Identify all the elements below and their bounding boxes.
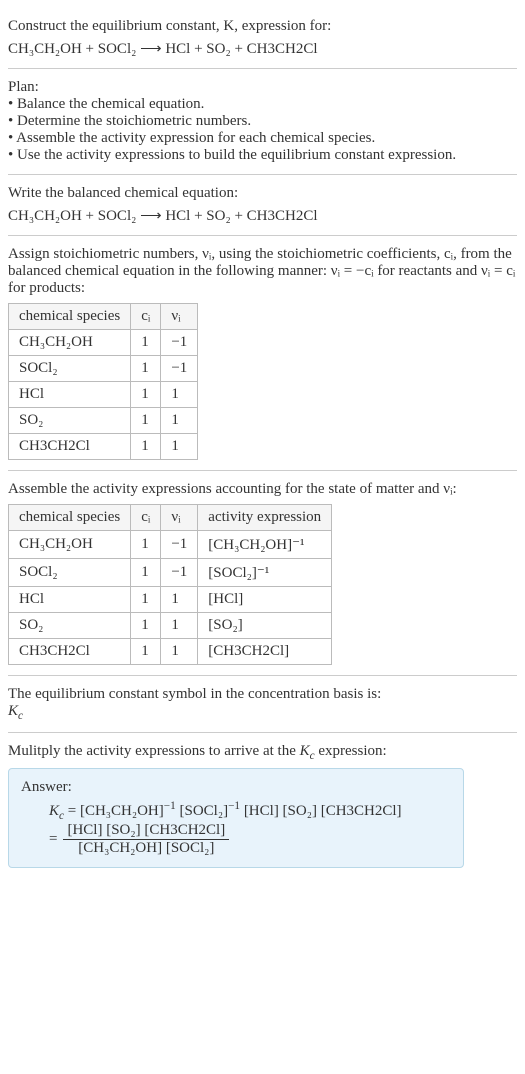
symbol-line1: The equilibrium constant symbol in the c… [8,686,517,703]
cell-vi: −1 [161,531,198,559]
title-equation: CH₃CH₂OH + SOCl₂ ⟶ HCl + SO₂ + CH3CH2Cl [8,39,517,58]
stoich-table: chemical species cᵢ νᵢ CH₃CH₂OH 1 −1 SOC… [8,303,198,460]
cell-ci: 1 [131,356,161,382]
col-ci: cᵢ [131,505,161,531]
cell-ci: 1 [131,613,161,639]
cell-species: CH3CH2Cl [9,434,131,460]
col-ci: cᵢ [131,304,161,330]
table-row: SO₂ 1 1 [9,408,198,434]
cell-ci: 1 [131,434,161,460]
cell-vi: 1 [161,613,198,639]
plan-item: • Determine the stoichiometric numbers. [8,113,517,130]
table-header-row: chemical species cᵢ νᵢ activity expressi… [9,505,332,531]
multiply-heading: Mulitply the activity expressions to arr… [8,743,517,762]
activity-heading: Assemble the activity expressions accoun… [8,481,517,498]
answer-fraction: = [HCl] [SO₂] [CH3CH2Cl] [CH₃CH₂OH] [SOC… [49,822,451,857]
plan-heading: Plan: [8,79,517,96]
stoich-section: Assign stoichiometric numbers, νᵢ, using… [8,236,517,471]
balanced-equation: CH₃CH₂OH + SOCl₂ ⟶ HCl + SO₂ + CH3CH2Cl [8,206,517,225]
cell-ci: 1 [131,639,161,665]
cell-species: HCl [9,587,131,613]
cell-vi: 1 [161,382,198,408]
balanced-heading: Write the balanced chemical equation: [8,185,517,202]
table-row: HCl 1 1 [9,382,198,408]
cell-ci: 1 [131,382,161,408]
activity-section: Assemble the activity expressions accoun… [8,471,517,676]
table-row: CH3CH2Cl 1 1 [9,434,198,460]
cell-ci: 1 [131,531,161,559]
fraction-denominator: [CH₃CH₂OH] [SOCl₂] [63,840,229,857]
cell-vi: 1 [161,408,198,434]
cell-activity: [HCl] [198,587,332,613]
cell-species: HCl [9,382,131,408]
col-vi: νᵢ [161,505,198,531]
symbol-section: The equilibrium constant symbol in the c… [8,676,517,733]
answer-box: Answer: Kc = [CH₃CH₂OH]−1 [SOCl₂]−1 [HCl… [8,768,464,868]
table-row: SOCl₂ 1 −1 [SOCl₂]⁻¹ [9,559,332,587]
multiply-section: Mulitply the activity expressions to arr… [8,733,517,878]
cell-activity: [SO₂] [198,613,332,639]
table-row: CH3CH2Cl 1 1 [CH3CH2Cl] [9,639,332,665]
cell-species: SOCl₂ [9,356,131,382]
fraction-numerator: [HCl] [SO₂] [CH3CH2Cl] [63,822,229,840]
plan-item: • Use the activity expressions to build … [8,147,517,164]
cell-activity: [SOCl₂]⁻¹ [198,559,332,587]
cell-species: CH3CH2Cl [9,639,131,665]
col-species: chemical species [9,505,131,531]
col-activity: activity expression [198,505,332,531]
answer-label: Answer: [21,779,451,796]
table-header-row: chemical species cᵢ νᵢ [9,304,198,330]
eq-sign: = [49,831,57,848]
cell-vi: 1 [161,434,198,460]
table-row: SO₂ 1 1 [SO₂] [9,613,332,639]
cell-species: SOCl₂ [9,559,131,587]
stoich-heading: Assign stoichiometric numbers, νᵢ, using… [8,246,517,297]
cell-vi: −1 [161,356,198,382]
cell-species: SO₂ [9,408,131,434]
table-row: HCl 1 1 [HCl] [9,587,332,613]
cell-vi: −1 [161,330,198,356]
plan-section: Plan: • Balance the chemical equation. •… [8,69,517,175]
table-row: CH₃CH₂OH 1 −1 [CH₃CH₂OH]⁻¹ [9,531,332,559]
cell-vi: 1 [161,639,198,665]
table-row: SOCl₂ 1 −1 [9,356,198,382]
cell-species: SO₂ [9,613,131,639]
cell-activity: [CH3CH2Cl] [198,639,332,665]
fraction: [HCl] [SO₂] [CH3CH2Cl] [CH₃CH₂OH] [SOCl₂… [63,822,229,857]
title-section: Construct the equilibrium constant, K, e… [8,8,517,69]
cell-species: CH₃CH₂OH [9,531,131,559]
cell-activity: [CH₃CH₂OH]⁻¹ [198,531,332,559]
cell-vi: −1 [161,559,198,587]
cell-ci: 1 [131,408,161,434]
plan-item: • Assemble the activity expression for e… [8,130,517,147]
cell-vi: 1 [161,587,198,613]
symbol-kc: Kc [8,703,517,722]
plan-item: • Balance the chemical equation. [8,96,517,113]
cell-ci: 1 [131,587,161,613]
cell-ci: 1 [131,559,161,587]
table-row: CH₃CH₂OH 1 −1 [9,330,198,356]
activity-table: chemical species cᵢ νᵢ activity expressi… [8,504,332,665]
col-vi: νᵢ [161,304,198,330]
col-species: chemical species [9,304,131,330]
title-line: Construct the equilibrium constant, K, e… [8,18,517,35]
answer-line1: Kc = [CH₃CH₂OH]−1 [SOCl₂]−1 [HCl] [SO₂] … [49,800,451,822]
cell-species: CH₃CH₂OH [9,330,131,356]
balanced-section: Write the balanced chemical equation: CH… [8,175,517,236]
cell-ci: 1 [131,330,161,356]
